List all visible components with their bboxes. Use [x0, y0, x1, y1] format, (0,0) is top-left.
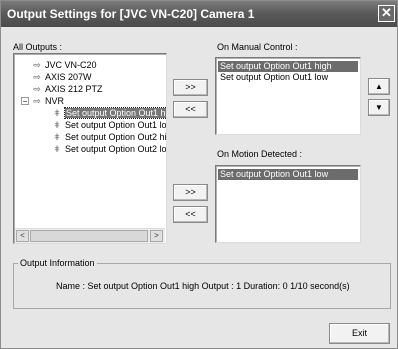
output-icon: ǂ [54, 120, 60, 130]
scroll-thumb[interactable] [30, 230, 148, 242]
collapse-nvr-button[interactable]: − [21, 97, 29, 106]
output-settings-dialog: Output Settings for [JVC VN-C20] Camera … [0, 0, 398, 349]
remove-motion-button[interactable]: << [173, 206, 208, 223]
title-bar: Output Settings for [JVC VN-C20] Camera … [1, 1, 397, 27]
tree-item-out2-high[interactable]: ǂ Set output Option Out2 high [52, 131, 166, 143]
tree-item-nvr[interactable]: ⇨ NVR [32, 95, 64, 107]
all-outputs-label: All Outputs : [13, 42, 63, 52]
output-information-text: Name : Set output Option Out1 high Outpu… [56, 281, 350, 291]
move-down-button[interactable]: ▼ [368, 99, 390, 116]
tree-item-out2-low[interactable]: ǂ Set output Option Out2 low [52, 143, 166, 155]
scroll-right-button[interactable]: > [150, 230, 163, 242]
tree-item-out1-low[interactable]: ǂ Set output Option Out1 low [52, 119, 166, 131]
remove-manual-button[interactable]: << [173, 101, 208, 118]
output-icon: ǂ [54, 144, 60, 154]
tree-item-axis-212-ptz[interactable]: ⇨ AXIS 212 PTZ [32, 83, 102, 95]
all-outputs-tree[interactable]: ⇨ JVC VN-C20 ⇨ AXIS 207W ⇨ AXIS 212 PTZ − ⇨… [13, 53, 167, 244]
manual-control-list[interactable]: Set output Option Out1 high Set output O… [215, 57, 361, 135]
tree-item-out1-high[interactable]: ǂ Set output Option Out1 high [52, 107, 166, 119]
list-item[interactable]: Set output Option Out1 high [218, 61, 358, 72]
close-button[interactable]: ✕ [378, 5, 395, 22]
tree-item-jvc[interactable]: ⇨ JVC VN-C20 [32, 59, 96, 71]
output-information-group: Output Information Name : Set output Opt… [13, 258, 391, 309]
motion-detected-label: On Motion Detected : [217, 149, 303, 159]
manual-control-label: On Manual Control : [217, 42, 298, 52]
exit-button[interactable]: Exit [329, 323, 390, 344]
add-manual-button[interactable]: >> [173, 79, 208, 96]
camera-icon: ⇨ [33, 72, 41, 82]
output-icon: ǂ [54, 108, 60, 118]
add-motion-button[interactable]: >> [173, 184, 208, 201]
camera-icon: ⇨ [33, 60, 41, 70]
motion-detected-list[interactable]: Set output Option Out1 low [215, 165, 361, 243]
output-information-legend: Output Information [18, 258, 97, 268]
arrow-up-icon: ▲ [375, 82, 383, 91]
move-up-button[interactable]: ▲ [368, 78, 390, 95]
list-item[interactable]: Set output Option Out1 low [218, 72, 330, 83]
arrow-down-icon: ▼ [375, 103, 383, 112]
horizontal-scrollbar[interactable]: < > [15, 228, 165, 243]
camera-icon: ⇨ [33, 84, 41, 94]
tree-item-axis-207w[interactable]: ⇨ AXIS 207W [32, 71, 91, 83]
camera-icon: ⇨ [33, 96, 41, 106]
output-icon: ǂ [54, 132, 60, 142]
list-item[interactable]: Set output Option Out1 low [218, 169, 358, 180]
scroll-left-button[interactable]: < [16, 230, 29, 242]
window-title: Output Settings for [JVC VN-C20] Camera … [7, 7, 255, 21]
